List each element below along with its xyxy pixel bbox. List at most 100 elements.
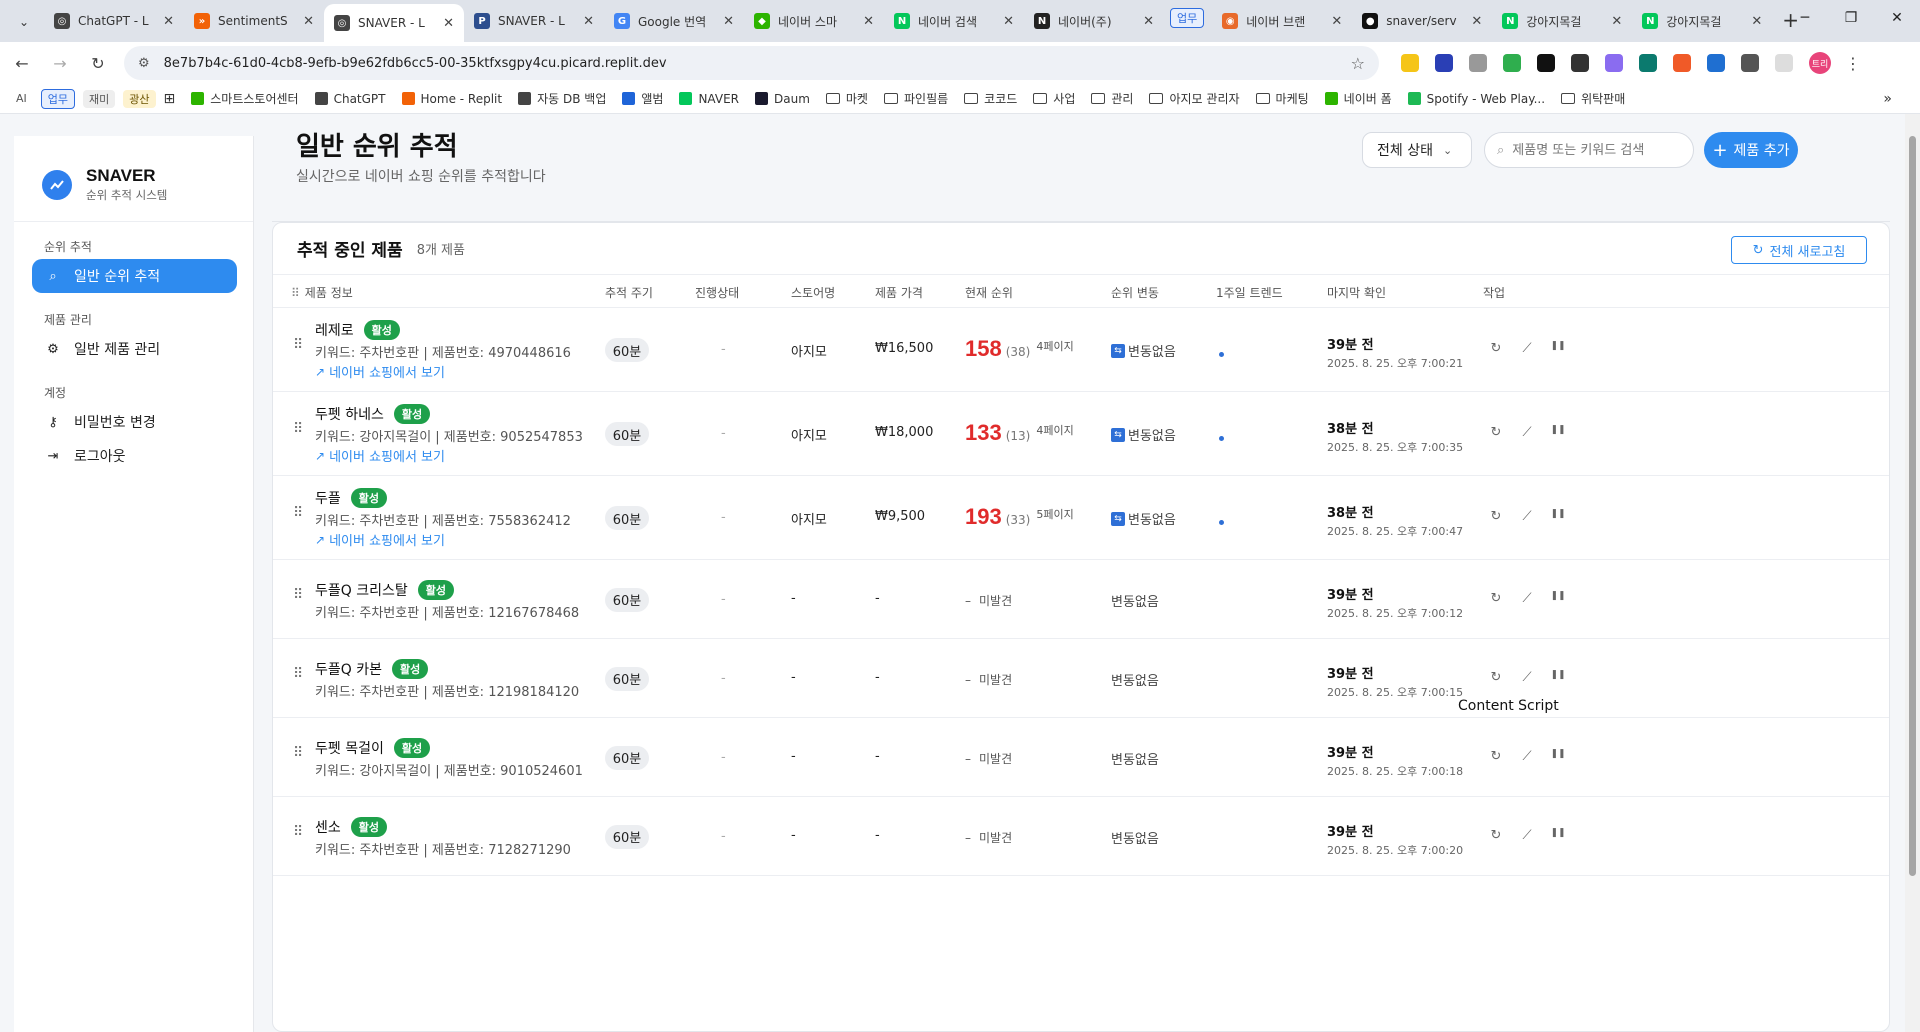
tab-close-icon[interactable]: ✕ bbox=[1471, 14, 1482, 29]
bookmark-folder[interactable]: 파인필름 bbox=[883, 90, 948, 107]
refresh-icon[interactable]: ↻ bbox=[1487, 749, 1505, 764]
bookmark-item[interactable]: Home - Replit bbox=[401, 92, 502, 106]
tab-close-icon[interactable]: ✕ bbox=[1003, 14, 1014, 29]
extension-icon[interactable] bbox=[1741, 54, 1759, 72]
tab-close-icon[interactable]: ✕ bbox=[723, 14, 734, 29]
extension-icon[interactable] bbox=[1537, 54, 1555, 72]
tab-search-icon[interactable]: ⌄ bbox=[12, 10, 36, 34]
chart-icon[interactable]: ⟋ bbox=[1518, 670, 1536, 685]
status-filter-select[interactable]: 전체 상태 ⌄ bbox=[1362, 132, 1472, 168]
bookmark-chip[interactable]: 업무 bbox=[40, 88, 76, 109]
tab-group-label[interactable]: 업무 bbox=[1170, 8, 1205, 28]
browser-tab[interactable]: ● snaver/serv ✕ bbox=[1352, 4, 1492, 38]
search-input[interactable] bbox=[1512, 142, 1683, 158]
forward-icon[interactable]: → bbox=[44, 47, 76, 79]
minimize-icon[interactable]: ─ bbox=[1782, 0, 1828, 36]
tab-close-icon[interactable]: ✕ bbox=[163, 14, 174, 29]
browser-tab[interactable]: N 강아지목걸 ✕ bbox=[1492, 4, 1632, 38]
pause-icon[interactable]: ❚❚ bbox=[1549, 749, 1567, 764]
add-product-button[interactable]: + 제품 추가 bbox=[1704, 132, 1798, 168]
chart-icon[interactable]: ⟋ bbox=[1518, 509, 1536, 524]
chart-icon[interactable]: ⟋ bbox=[1518, 341, 1536, 356]
puzzle-icon[interactable] bbox=[1775, 54, 1793, 72]
browser-tab[interactable]: ◉ 네이버 브랜 ✕ bbox=[1212, 4, 1352, 38]
drag-handle-icon[interactable]: ⠿ bbox=[293, 588, 303, 602]
bookmark-folder[interactable]: 관리 bbox=[1091, 90, 1133, 107]
browser-tab[interactable]: N 네이버 검색 ✕ bbox=[884, 4, 1024, 38]
bookmark-chip[interactable]: AI bbox=[10, 91, 33, 106]
bookmark-folder[interactable]: 마케팅 bbox=[1255, 90, 1309, 107]
bookmark-item[interactable]: Spotify - Web Play... bbox=[1407, 92, 1545, 106]
extension-icon[interactable] bbox=[1673, 54, 1691, 72]
pause-icon[interactable]: ❚❚ bbox=[1549, 591, 1567, 606]
bookmark-star-icon[interactable]: ☆ bbox=[1351, 54, 1365, 73]
camera-icon[interactable] bbox=[1469, 54, 1487, 72]
tab-close-icon[interactable]: ✕ bbox=[863, 14, 874, 29]
drag-handle-icon[interactable]: ⠿ bbox=[293, 746, 303, 760]
bookmark-item[interactable]: 네이버 폼 bbox=[1324, 90, 1392, 107]
tab-close-icon[interactable]: ✕ bbox=[1611, 14, 1622, 29]
extension-icon[interactable] bbox=[1605, 54, 1623, 72]
refresh-icon[interactable]: ↻ bbox=[1487, 828, 1505, 843]
browser-tab[interactable]: N 네이버(주) ✕ bbox=[1024, 4, 1164, 38]
bookmark-item[interactable]: ChatGPT bbox=[314, 92, 386, 106]
browser-tab[interactable]: ◎ SNAVER - L ✕ bbox=[324, 4, 464, 42]
bookmark-chip[interactable]: 광산 bbox=[123, 89, 156, 108]
browser-tab[interactable]: ◆ 네이버 스마 ✕ bbox=[744, 4, 884, 38]
bookmark-item[interactable]: NAVER bbox=[679, 92, 739, 106]
extension-icon[interactable] bbox=[1401, 54, 1419, 72]
bookmark-folder[interactable]: 아지모 관리자 bbox=[1149, 90, 1240, 107]
naver-shopping-link[interactable]: ↗ 네이버 쇼핑에서 보기 bbox=[315, 446, 445, 466]
bookmark-folder[interactable]: 위탁판매 bbox=[1561, 90, 1625, 107]
pause-icon[interactable]: ❚❚ bbox=[1549, 670, 1567, 685]
tab-close-icon[interactable]: ✕ bbox=[583, 14, 594, 29]
chart-icon[interactable]: ⟋ bbox=[1518, 425, 1536, 440]
search-box[interactable]: ⌕ bbox=[1484, 132, 1694, 168]
bookmark-folder[interactable]: 마켓 bbox=[825, 90, 868, 107]
url-text[interactable]: 8e7b7b4c-61d0-4cb8-9efb-b9e62fdb6cc5-00-… bbox=[164, 56, 1351, 71]
tab-close-icon[interactable]: ✕ bbox=[1331, 14, 1342, 29]
bookmark-item[interactable]: 앨범 bbox=[622, 90, 663, 107]
reload-icon[interactable]: ↻ bbox=[82, 47, 114, 79]
restore-icon[interactable]: ❐ bbox=[1828, 0, 1874, 36]
chart-icon[interactable]: ⟋ bbox=[1518, 828, 1536, 843]
drag-handle-icon[interactable]: ⠿ bbox=[293, 338, 303, 352]
naver-shopping-link[interactable]: ↗ 네이버 쇼핑에서 보기 bbox=[315, 530, 445, 550]
browser-tab[interactable]: G Google 번역 ✕ bbox=[604, 4, 744, 38]
drag-handle-icon[interactable]: ⠿ bbox=[293, 506, 303, 520]
drag-handle-icon[interactable]: ⠿ bbox=[293, 825, 303, 839]
refresh-icon[interactable]: ↻ bbox=[1487, 341, 1505, 356]
bookmark-folder[interactable]: 코코드 bbox=[964, 90, 1017, 107]
extension-icon[interactable] bbox=[1639, 54, 1657, 72]
pause-icon[interactable]: ❚❚ bbox=[1549, 425, 1567, 440]
extension-icon[interactable] bbox=[1435, 54, 1453, 72]
refresh-icon[interactable]: ↻ bbox=[1487, 591, 1505, 606]
sidebar-item[interactable]: ⚷ 비밀번호 변경 bbox=[32, 405, 237, 439]
drag-handle-icon[interactable]: ⠿ bbox=[293, 667, 303, 681]
tab-close-icon[interactable]: ✕ bbox=[303, 14, 314, 29]
tab-close-icon[interactable]: ✕ bbox=[443, 16, 454, 31]
tab-close-icon[interactable]: ✕ bbox=[1143, 14, 1154, 29]
back-icon[interactable]: ← bbox=[6, 47, 38, 79]
sidebar-item[interactable]: ⇥ 로그아웃 bbox=[32, 439, 237, 473]
page-scrollbar[interactable] bbox=[1905, 114, 1920, 1032]
browser-tab[interactable]: » SentimentS ✕ bbox=[184, 4, 324, 38]
naver-shopping-link[interactable]: ↗ 네이버 쇼핑에서 보기 bbox=[315, 362, 445, 382]
refresh-icon[interactable]: ↻ bbox=[1487, 670, 1505, 685]
chart-icon[interactable]: ⟋ bbox=[1518, 591, 1536, 606]
refresh-icon[interactable]: ↻ bbox=[1487, 425, 1505, 440]
close-window-icon[interactable]: ✕ bbox=[1874, 0, 1920, 36]
drag-handle-icon[interactable]: ⠿ bbox=[293, 422, 303, 436]
bookmark-item[interactable]: Daum bbox=[755, 92, 810, 106]
site-info-icon[interactable]: ⚙ bbox=[138, 56, 150, 71]
browser-tab[interactable]: ◎ ChatGPT - L ✕ bbox=[44, 4, 184, 38]
extension-icon[interactable] bbox=[1707, 54, 1725, 72]
scrollbar-thumb[interactable] bbox=[1909, 136, 1916, 876]
sidebar-item[interactable]: ⚙ 일반 제품 관리 bbox=[32, 332, 237, 366]
apps-grid-icon[interactable]: ⊞ bbox=[164, 91, 176, 107]
bookmark-item[interactable]: 자동 DB 백업 bbox=[518, 90, 606, 107]
pause-icon[interactable]: ❚❚ bbox=[1549, 828, 1567, 843]
refresh-icon[interactable]: ↻ bbox=[1487, 509, 1505, 524]
bookmark-item[interactable]: 스마트스토어센터 bbox=[191, 90, 299, 107]
bookmark-chip[interactable]: 재미 bbox=[83, 89, 116, 108]
